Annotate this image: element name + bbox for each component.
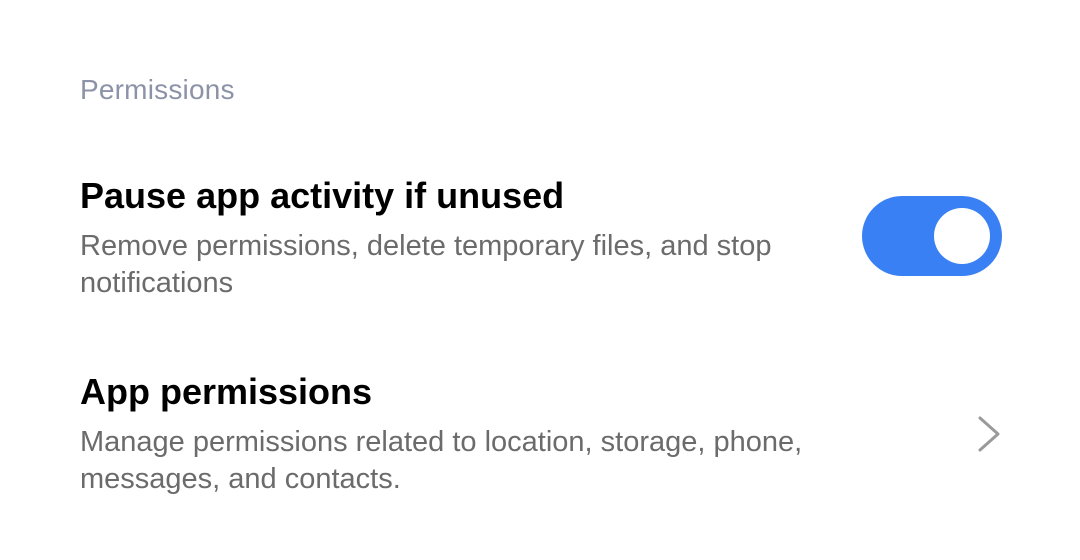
pause-app-activity-row[interactable]: Pause app activity if unused Remove perm…	[0, 174, 1080, 314]
toggle-knob	[934, 208, 990, 264]
chevron-right-icon	[978, 416, 1000, 452]
app-permissions-text: App permissions Manage permissions relat…	[80, 370, 880, 498]
app-permissions-row[interactable]: App permissions Manage permissions relat…	[0, 370, 1080, 510]
pause-app-activity-toggle[interactable]	[862, 196, 1002, 276]
pause-app-activity-summary: Remove permissions, delete temporary fil…	[80, 230, 772, 299]
section-header-permissions: Permissions	[80, 74, 235, 105]
pause-app-activity-title: Pause app activity if unused	[80, 175, 565, 216]
pause-app-activity-text: Pause app activity if unused Remove perm…	[80, 174, 780, 302]
app-permissions-title: App permissions	[80, 371, 373, 412]
app-permissions-summary: Manage permissions related to location, …	[80, 426, 803, 495]
